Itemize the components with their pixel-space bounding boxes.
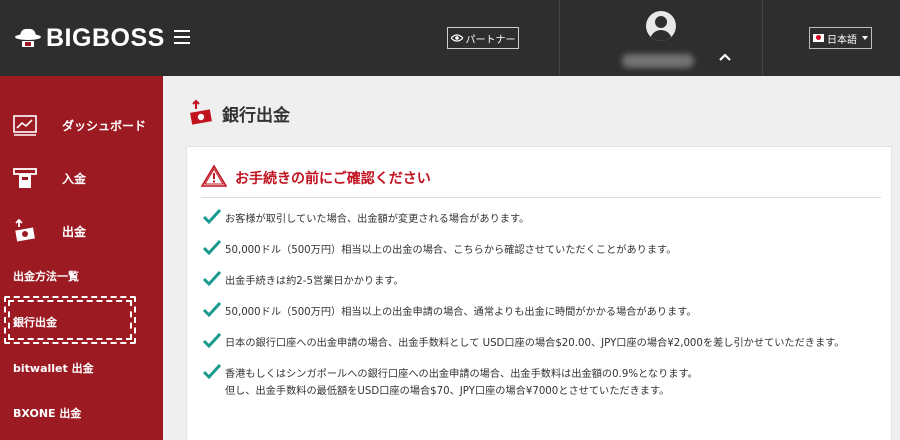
check-icon: [203, 209, 221, 225]
avatar: [646, 11, 676, 41]
check-icon: [203, 333, 221, 349]
logo[interactable]: BIGBOSS: [14, 22, 165, 54]
list-item: 50,000ドル（500万円）相当以上の出金申請の場合、通常よりも出金に時間がか…: [203, 302, 887, 321]
list-item: 香港もしくはシンガポールへの銀行口座への出金申請の場合、出金手数料は出金額の0.…: [203, 364, 887, 400]
sidebar-subitem-bank-withdraw[interactable]: 銀行出金: [13, 314, 57, 330]
list-item: 50,000ドル（500万円）相当以上の出金の場合、こちらから確認させていただく…: [203, 240, 887, 259]
sidebar-item-label: 入金: [62, 171, 87, 186]
notice-list: お客様が取引していた場合、出金額が変更される場合があります。 50,000ドル（…: [203, 209, 887, 414]
language-select[interactable]: 日本語: [809, 27, 872, 49]
partner-button[interactable]: パートナー: [447, 27, 519, 49]
chevron-up-icon[interactable]: [718, 50, 732, 64]
warning-icon: [201, 164, 227, 187]
list-item: 日本の銀行口座への出金申請の場合、出金手数料として USD口座の場合$20.00…: [203, 333, 887, 352]
sidebar-subitem-bitwallet-withdraw[interactable]: bitwallet 出金: [13, 360, 94, 376]
list-item: 出金手続きは約2-5営業日かかります。: [203, 271, 887, 290]
notice-sub-text: 但し、出金手数料の最低額をUSD口座の場合$70、JPY口座の場合¥7000とさ…: [225, 386, 670, 397]
check-icon: [203, 271, 221, 287]
japan-flag-icon: [813, 34, 824, 42]
sidebar-item-label: 出金: [62, 224, 87, 239]
partner-label: パートナー: [465, 34, 516, 46]
card-header: お手続きの前にご確認ください: [201, 164, 881, 198]
check-icon: [203, 302, 221, 318]
sidebar: ダッシュボード 入金 出金 出金方法一覧 銀行出金 bitwallet 出金 B…: [0, 76, 163, 440]
language-label: 日本語: [827, 34, 857, 46]
sidebar-subitem-bxone-withdraw[interactable]: BXONE 出金: [13, 405, 81, 421]
sidebar-item-deposit[interactable]: 入金: [0, 154, 163, 202]
sidebar-item-withdraw[interactable]: 出金: [0, 207, 163, 255]
list-item: お客様が取引していた場合、出金額が変更される場合があります。: [203, 209, 887, 228]
menu-toggle-icon[interactable]: [174, 30, 190, 44]
check-icon: [203, 364, 221, 380]
sidebar-subitem-withdraw-methods[interactable]: 出金方法一覧: [13, 268, 79, 284]
page-title: 銀行出金: [222, 105, 290, 126]
notice-card: お手続きの前にご確認ください お客様が取引していた場合、出金額が変更される場合が…: [186, 146, 892, 440]
chart-icon: [13, 115, 37, 136]
user-menu[interactable]: [559, 0, 763, 76]
page-header: 銀行出金: [188, 98, 290, 128]
check-icon: [203, 240, 221, 256]
top-header: BIGBOSS パートナー 日本語: [0, 0, 900, 76]
cash-withdraw-icon: [190, 99, 212, 125]
eye-icon: [450, 34, 463, 42]
caret-down-icon: [862, 36, 868, 40]
logo-hat-icon: [15, 28, 41, 47]
sidebar-item-dashboard[interactable]: ダッシュボード: [0, 101, 163, 149]
sidebar-item-label: ダッシュボード: [62, 118, 147, 133]
cash-withdraw-icon: [15, 218, 35, 242]
logo-text: BIGBOSS: [46, 23, 165, 52]
username-redacted: [622, 54, 694, 68]
card-heading: お手続きの前にご確認ください: [235, 171, 431, 187]
atm-card-icon: [13, 168, 37, 188]
